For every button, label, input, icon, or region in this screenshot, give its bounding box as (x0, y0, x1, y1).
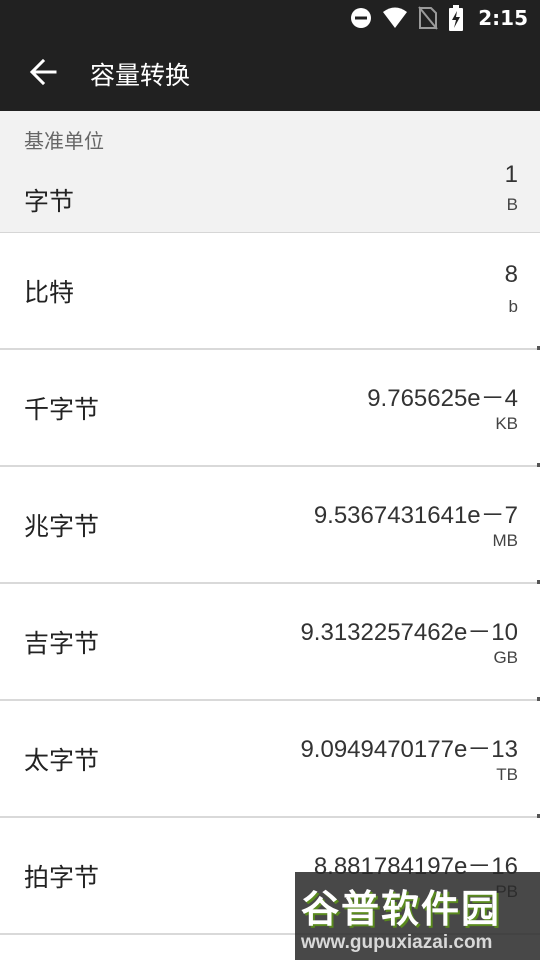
unit-name: 千字节 (24, 394, 100, 424)
back-button[interactable] (18, 49, 68, 99)
unit-symbol: TB (496, 765, 518, 784)
unit-value: 1 (504, 161, 518, 188)
list-item[interactable]: 兆字节 9.5367431641e－7 MB (0, 467, 540, 586)
unit-value: 9.0949470177e－13 (300, 736, 518, 763)
unit-value: 9.3132257462e－10 (300, 619, 518, 646)
unit-value: 8 (504, 261, 518, 288)
unit-name: 比特 (24, 277, 75, 307)
list-item[interactable]: 千字节 9.765625e－4 KB (0, 350, 540, 469)
status-time: 2:15 (478, 6, 528, 30)
screen: 2:15 容量转换 基准单位 字节 1 B 比特 8 b 千字节 9.76562… (0, 0, 540, 960)
unit-name: 兆字节 (24, 511, 100, 541)
battery-charging-icon (448, 5, 464, 31)
unit-name: 字节 (24, 187, 75, 216)
app-bar: 容量转换 (0, 36, 540, 111)
base-unit-row[interactable]: 字节 1 B (0, 161, 540, 233)
status-bar: 2:15 (0, 0, 540, 36)
unit-symbol: MB (492, 531, 519, 550)
unit-name: 拍字节 (24, 862, 100, 892)
unit-symbol: GB (493, 648, 518, 667)
section-header: 基准单位 (24, 129, 104, 153)
unit-list: 基准单位 字节 1 B 比特 8 b 千字节 9.765625e－4 KB 兆字… (0, 111, 540, 935)
list-item[interactable]: 吉字节 9.3132257462e－10 GB (0, 584, 540, 703)
watermark-url: www.gupuxiazai.com (301, 932, 493, 953)
base-unit-section: 基准单位 字节 1 B (0, 111, 540, 233)
unit-value: 9.765625e－4 (367, 385, 518, 412)
watermark-logo: 谷普软件园 www.gupuxiazai.com (295, 872, 540, 960)
watermark-title: 谷普软件园 (301, 887, 502, 931)
arrow-left-icon (29, 58, 57, 90)
unit-symbol: B (506, 195, 518, 214)
app-title: 容量转换 (90, 60, 191, 90)
no-sim-icon (418, 6, 439, 30)
unit-symbol: b (508, 297, 518, 316)
unit-value: 9.5367431641e－7 (313, 502, 518, 529)
unit-name: 吉字节 (24, 628, 100, 658)
list-item[interactable]: 太字节 9.0949470177e－13 TB (0, 701, 540, 820)
wifi-icon (382, 7, 408, 29)
list-item[interactable]: 比特 8 b (0, 233, 540, 352)
do-not-disturb-icon (350, 7, 372, 29)
unit-symbol: KB (495, 414, 518, 433)
unit-name: 太字节 (24, 745, 100, 775)
